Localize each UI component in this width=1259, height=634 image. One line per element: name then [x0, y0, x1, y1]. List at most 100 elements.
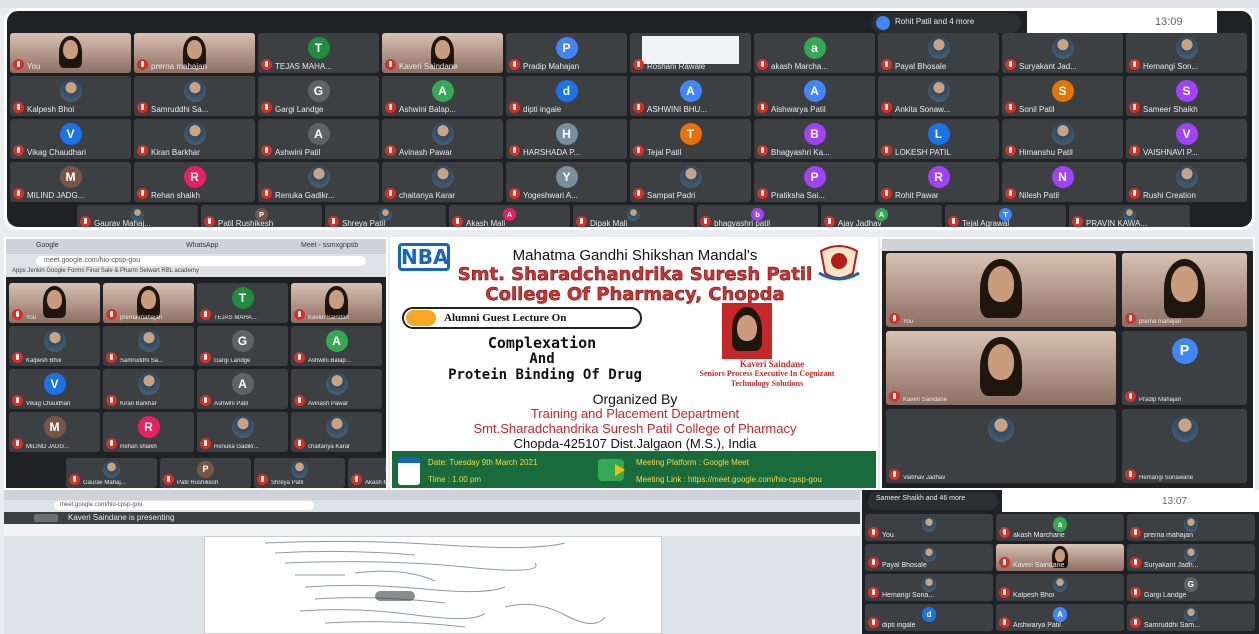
participant-tile[interactable]: A Akash Mali: [449, 205, 570, 227]
participant-tile[interactable]: Gaurav Mahaj...: [77, 205, 198, 227]
participant-tile[interactable]: PRAVIN KAWA...: [1069, 205, 1190, 227]
participant-tile[interactable]: Kaveri Saindane: [886, 331, 1116, 405]
participant-tile[interactable]: M MILIND JADG...: [9, 412, 100, 452]
participant-tile[interactable]: G Gargi Landge: [1127, 574, 1255, 601]
participant-tile[interactable]: Avinash Pawar: [382, 119, 503, 159]
participant-tile[interactable]: P Pratiksha Sai...: [754, 162, 875, 202]
participant-tile[interactable]: Samruddhi Sa...: [134, 76, 255, 116]
tab-google[interactable]: Google: [36, 242, 59, 249]
participant-tile[interactable]: Samruddhi Sa...: [103, 326, 194, 366]
participant-tile[interactable]: P Pradip Mahajan: [1122, 331, 1247, 405]
address-bar[interactable]: meet.google.com/hio-cpsp-gou: [54, 501, 314, 510]
participant-tile[interactable]: Renuka Gadikr...: [197, 412, 288, 452]
participant-tile[interactable]: a akash Marcha...: [754, 33, 875, 73]
participant-tile[interactable]: prerna mahajan: [1127, 514, 1255, 541]
participant-tile[interactable]: A Ashwini Patil: [258, 119, 379, 159]
participant-tile[interactable]: Payal Bhosale: [878, 33, 999, 73]
participant-tile[interactable]: A Akash M: [348, 458, 386, 488]
participant-tile[interactable]: Kaveri Saindane: [382, 33, 503, 73]
participant-tile[interactable]: T Tejal Agrawal: [945, 205, 1066, 227]
participant-tile[interactable]: Avinash Pawar: [291, 369, 382, 409]
avatar: T: [679, 123, 702, 145]
meeting-link[interactable]: Meeting Link : https://meet.google.com/h…: [636, 475, 822, 484]
participant-tile[interactable]: Kiran Barkhar: [103, 369, 194, 409]
participant-tile[interactable]: chaitanya Karar: [291, 412, 382, 452]
participant-tile[interactable]: Sampat Padri: [630, 162, 751, 202]
participant-tile[interactable]: R Rehan shaikh: [103, 412, 194, 452]
participant-tile[interactable]: Suryakant Jadh...: [1127, 544, 1255, 571]
presenter-chip[interactable]: Sameer Shaikh and 46 more: [868, 492, 998, 510]
participant-tile[interactable]: A Ashwini Balap...: [382, 76, 503, 116]
participant-tile[interactable]: Roshani Rawale: [630, 33, 751, 73]
participant-tile[interactable]: M MILIND JADG...: [10, 162, 131, 202]
participant-tile[interactable]: Kalpesh Bhoi: [10, 76, 131, 116]
participant-tile[interactable]: chaitanya Karar: [382, 162, 503, 202]
participant-tile[interactable]: H HARSHADA P...: [506, 119, 627, 159]
participant-tile[interactable]: You: [10, 33, 131, 73]
participant-tile[interactable]: Renuka Gadikr...: [258, 162, 379, 202]
participant-tile[interactable]: A Aishwarya Patil: [754, 76, 875, 116]
mic-off-icon: [1129, 102, 1140, 113]
participant-tile[interactable]: B Bhagyashri Ka...: [754, 119, 875, 159]
mic-off-icon: [328, 216, 339, 227]
participant-tile[interactable]: Samruddhi Sam...: [1127, 604, 1255, 631]
participant-tile[interactable]: Kaveri Saindane: [996, 544, 1124, 571]
participant-tile[interactable]: S Sameer Shaikh: [1126, 76, 1247, 116]
participant-tile[interactable]: prerna mahajan: [134, 33, 255, 73]
participant-tile[interactable]: G Gargi Landge: [197, 326, 288, 366]
participant-tile[interactable]: Rushi Creation: [1126, 162, 1247, 202]
participant-tile[interactable]: T TEJAS MAHA...: [258, 33, 379, 73]
participant-tile[interactable]: Vaibhav Jadhav: [886, 409, 1116, 483]
participant-tile[interactable]: Kalpesh Bhoi: [9, 326, 100, 366]
participant-tile[interactable]: prerna mahajan: [1122, 253, 1247, 327]
participant-tile[interactable]: Kiran Barkhar: [134, 119, 255, 159]
participant-tile[interactable]: T Tejal Patil: [630, 119, 751, 159]
participant-tile[interactable]: Himanshu Patil: [1002, 119, 1123, 159]
participant-tile[interactable]: d dipti ingale: [865, 604, 993, 631]
participant-tile[interactable]: N Nilesh Patil: [1002, 162, 1123, 202]
participant-tile[interactable]: prerna mahajan: [103, 283, 194, 323]
participant-tile[interactable]: A Ajay Jadhav: [821, 205, 942, 227]
participant-tile[interactable]: L LOKESH PATIL: [878, 119, 999, 159]
address-bar[interactable]: meet.google.com/hio-cpsp-gou: [36, 256, 366, 266]
participant-tile[interactable]: P Patil Rushikesh: [160, 458, 251, 488]
participant-tile[interactable]: Payal Bhosale: [865, 544, 993, 571]
participant-tile[interactable]: T TEJAS MAHA...: [197, 283, 288, 323]
participant-tile[interactable]: A Ashwini Balap...: [291, 326, 382, 366]
participant-tile[interactable]: Hemangi Sonawane: [1122, 409, 1247, 483]
participant-tile[interactable]: Shreya Patil: [325, 205, 446, 227]
participant-tile[interactable]: Hemangi Sona...: [865, 574, 993, 601]
organized-by: Organized By: [592, 391, 678, 407]
participant-name: Shreya Patil: [271, 480, 304, 486]
tab-whatsapp[interactable]: WhatsApp: [186, 242, 218, 249]
participant-tile[interactable]: V VAISHNAVI P...: [1126, 119, 1247, 159]
participant-tile[interactable]: V Vikag Chaudhari: [10, 119, 131, 159]
tab-meet[interactable]: Meet - ssmxgnpsb: [301, 242, 358, 249]
presenter-chip[interactable]: Rohit Patil and 4 more: [871, 13, 1021, 33]
participant-tile[interactable]: Hemangi Son...: [1126, 33, 1247, 73]
participant-tile[interactable]: You: [886, 253, 1116, 327]
participant-tile[interactable]: V Vikag Chaudhari: [9, 369, 100, 409]
participant-tile[interactable]: Kaveri Saindan: [291, 283, 382, 323]
participant-tile[interactable]: Kalpesh Bhoi: [996, 574, 1124, 601]
participant-tile[interactable]: Y Yogeshwari A...: [506, 162, 627, 202]
participant-tile[interactable]: a akash Marchane: [996, 514, 1124, 541]
participant-tile[interactable]: b bhagyashri patil: [697, 205, 818, 227]
participant-tile[interactable]: R Rehan shaikh: [134, 162, 255, 202]
participant-tile[interactable]: Gaurav Mahaj...: [66, 458, 157, 488]
participant-tile[interactable]: A Aishwarya Patil: [996, 604, 1124, 631]
participant-tile[interactable]: P Patil Rushikesh: [201, 205, 322, 227]
participant-tile[interactable]: d dipti ingale: [506, 76, 627, 116]
participant-tile[interactable]: Suryakant Jad...: [1002, 33, 1123, 73]
participant-tile[interactable]: S Sonil Patil: [1002, 76, 1123, 116]
participant-tile[interactable]: Ankita Sonaw...: [878, 76, 999, 116]
participant-tile[interactable]: You: [865, 514, 993, 541]
participant-tile[interactable]: R Rohit Pawar: [878, 162, 999, 202]
participant-tile[interactable]: A ASHWINI BHU...: [630, 76, 751, 116]
participant-tile[interactable]: You: [9, 283, 100, 323]
participant-tile[interactable]: Dipak Mali: [573, 205, 694, 227]
participant-tile[interactable]: G Gargi Landge: [258, 76, 379, 116]
participant-tile[interactable]: P Pradip Mahajan: [506, 33, 627, 73]
participant-tile[interactable]: Shreya Patil: [254, 458, 345, 488]
participant-tile[interactable]: A Ashwini Patil: [197, 369, 288, 409]
